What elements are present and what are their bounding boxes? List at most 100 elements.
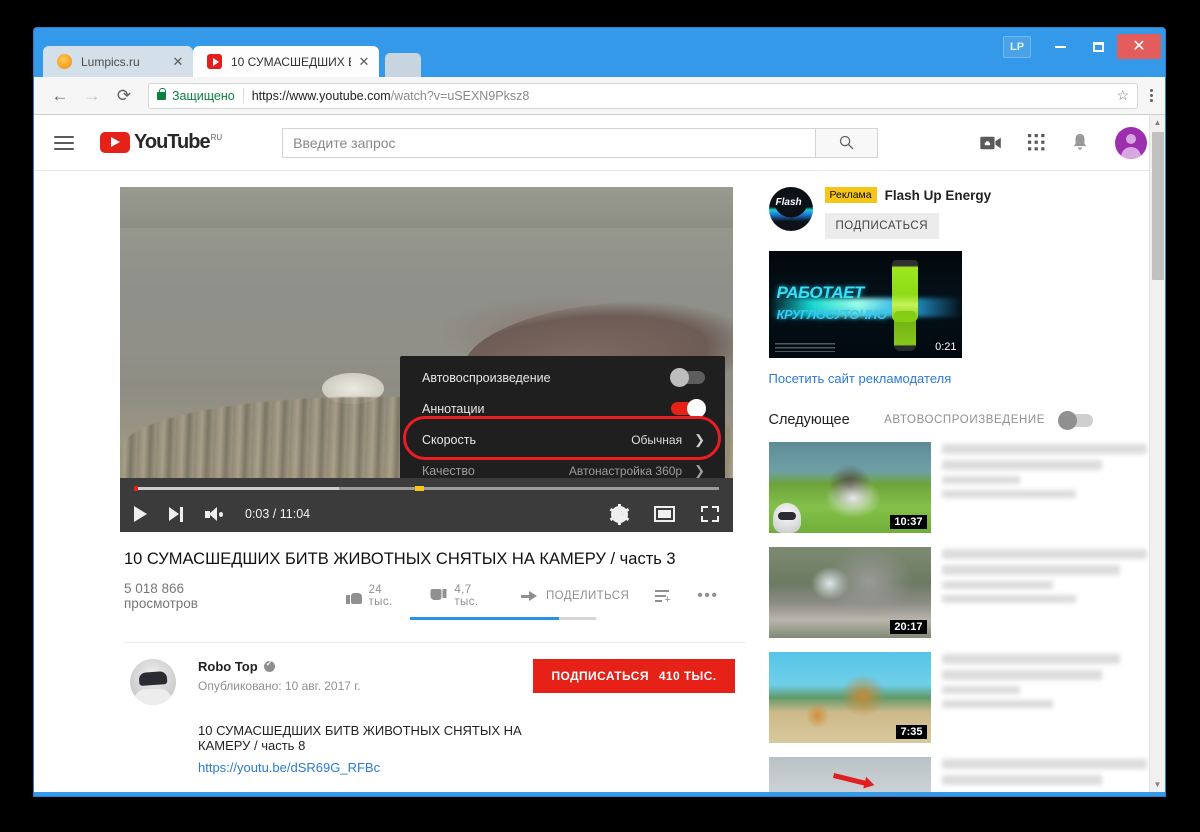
close-button[interactable]: ✕ xyxy=(1117,34,1161,59)
autoplay-toggle-sidebar[interactable] xyxy=(1058,410,1093,430)
subscribe-label: ПОДПИСАТЬСЯ xyxy=(551,668,649,683)
list-item[interactable] xyxy=(768,757,1166,792)
related-video-title xyxy=(941,652,1166,743)
subscribe-button[interactable]: ПОДПИСАТЬСЯ 410 ТЫС. xyxy=(533,658,735,693)
video-player[interactable]: Автовоспроизведение Аннотации Скорость О… xyxy=(120,187,733,532)
autoplay-toggle[interactable] xyxy=(670,368,705,387)
apps-grid-icon[interactable] xyxy=(1028,134,1045,151)
player-controls: 0:03 / 11:04 xyxy=(120,478,733,532)
settings-label: Качество xyxy=(422,463,475,478)
youtube-logo[interactable]: YouTube RU xyxy=(100,132,222,153)
hamburger-menu-icon[interactable] xyxy=(54,135,74,150)
video-description: 10 СУМАСШЕДШИХ БИТВ ЖИВОТНЫХ СНЯТЫХ НА К… xyxy=(198,722,522,753)
ad-duration: 0:21 xyxy=(935,341,957,353)
progress-handle[interactable] xyxy=(134,486,138,491)
close-icon: ✕ xyxy=(1132,37,1146,55)
profile-badge[interactable]: LP xyxy=(1003,35,1031,58)
masthead-icons xyxy=(980,126,1147,159)
like-ratio-bar xyxy=(410,617,596,620)
ad-video-thumbnail[interactable]: РАБОТАЕТ КРУГЛОСУТОЧНО 0:21 xyxy=(768,251,962,358)
video-duration: 10:37 xyxy=(890,515,927,529)
scroll-down-arrow-icon[interactable]: ▼ xyxy=(1150,777,1165,792)
upload-video-icon[interactable] xyxy=(980,135,1002,151)
volume-button[interactable] xyxy=(205,506,223,522)
play-button[interactable] xyxy=(134,506,147,522)
chapter-marker xyxy=(414,486,424,491)
address-bar[interactable]: Защищено https://www.youtube.com /watch?… xyxy=(148,82,1138,109)
fullscreen-icon[interactable] xyxy=(701,506,719,522)
lion-thumb: 7:35 xyxy=(768,652,931,743)
channel-avatar[interactable] xyxy=(130,658,176,705)
list-item[interactable]: 20:17 xyxy=(768,547,1166,638)
progress-bar[interactable] xyxy=(134,486,719,491)
player-settings-menu[interactable]: Автовоспроизведение Аннотации Скорость О… xyxy=(400,356,725,490)
settings-value: Обычная xyxy=(631,432,683,447)
progress-played xyxy=(134,487,339,490)
settings-gear-icon[interactable] xyxy=(609,503,630,525)
advertiser-site-link[interactable]: Посетить сайт рекламодателя xyxy=(769,371,1166,386)
publish-date: Опубликовано: 10 авг. 2017 г. xyxy=(198,678,361,693)
settings-value: Автонастройка 360p xyxy=(568,463,683,478)
page-scrollbar[interactable]: ▲ ▼ xyxy=(1149,115,1165,792)
search-input[interactable]: Введите запрос xyxy=(282,127,817,158)
share-button[interactable]: ПОДЕЛИТЬСЯ xyxy=(521,590,629,602)
settings-row-autoplay[interactable]: Автовоспроизведение xyxy=(400,362,725,393)
minimize-button[interactable] xyxy=(1041,34,1079,59)
list-item[interactable]: 7:35 xyxy=(768,652,1166,743)
new-tab-button[interactable] xyxy=(385,53,421,77)
account-avatar[interactable] xyxy=(1115,126,1147,159)
save-to-playlist-button[interactable]: + xyxy=(655,590,671,606)
video-actions: 24 тыс. 4,7 тыс. ПОДЕЛИТЬСЯ + ••• xyxy=(346,584,744,608)
related-video-title xyxy=(941,547,1166,638)
verified-badge-icon xyxy=(263,659,275,672)
maximize-button[interactable] xyxy=(1079,34,1117,59)
notifications-bell-icon[interactable] xyxy=(1071,133,1089,152)
watch-page-content: Автовоспроизведение Аннотации Скорость О… xyxy=(34,171,1165,792)
truck-crash-thumb: 20:17 xyxy=(768,547,931,638)
like-count: 24 тыс. xyxy=(368,584,393,608)
advertiser-avatar[interactable]: Flash xyxy=(768,187,813,231)
settings-label: Автовоспроизведение xyxy=(422,370,551,385)
tab-close-icon[interactable]: ✕ xyxy=(171,55,185,68)
share-icon xyxy=(521,590,538,602)
next-video-button[interactable] xyxy=(169,506,183,522)
page-viewport: YouTube RU Введите запрос Автовоспроизве… xyxy=(34,115,1165,792)
description-link[interactable]: https://youtu.be/dSR69G_RFBc xyxy=(198,760,533,775)
window-controls: LP ✕ xyxy=(1003,34,1161,59)
dislike-button[interactable]: 4,7 тыс. xyxy=(432,584,495,608)
channel-name: Robo Top xyxy=(198,658,258,674)
thumb-up-icon xyxy=(346,589,363,604)
theater-mode-icon[interactable] xyxy=(654,506,675,522)
tab-close-icon[interactable]: ✕ xyxy=(357,55,371,68)
browser-tab-lumpics[interactable]: Lumpics.ru ✕ xyxy=(43,46,193,77)
settings-row-annotations[interactable]: Аннотации xyxy=(400,393,725,424)
scrollbar-thumb[interactable] xyxy=(1152,132,1164,280)
search-button[interactable] xyxy=(816,127,879,158)
bear-wrestling-thumb: 10:37 xyxy=(768,442,931,533)
video-meta-row: 5 018 866 просмотров 24 тыс. 4,7 тыс. ПО… xyxy=(124,581,745,611)
settings-row-speed[interactable]: Скорость Обычная ❯ xyxy=(400,424,725,455)
bookmark-star-icon[interactable]: ☆ xyxy=(1116,87,1129,104)
scroll-up-arrow-icon[interactable]: ▲ xyxy=(1150,115,1165,130)
share-label: ПОДЕЛИТЬСЯ xyxy=(546,590,630,602)
ad-subscribe-button[interactable]: ПОДПИСАТЬСЯ xyxy=(824,213,940,239)
tab-title: 10 СУМАСШЕДШИХ БИТ xyxy=(231,54,351,69)
chevron-right-icon: ❯ xyxy=(694,431,705,447)
forward-button[interactable]: → xyxy=(78,82,106,110)
advertiser-name[interactable]: Flash Up Energy xyxy=(885,188,992,203)
channel-name-row[interactable]: Robo Top xyxy=(198,659,533,674)
more-dots-icon: ••• xyxy=(697,587,719,604)
like-button[interactable]: 24 тыс. xyxy=(346,584,406,608)
back-button[interactable]: ← xyxy=(46,82,74,110)
reload-button[interactable]: ⟳ xyxy=(110,82,138,110)
browser-menu-icon[interactable] xyxy=(1150,89,1153,102)
autoplay-control: АВТОВОСПРОИЗВЕДЕНИЕ xyxy=(884,410,1093,430)
advertiser-info: Реклама Flash Up Energy i ПОДПИСАТЬСЯ xyxy=(824,187,1165,239)
tab-strip: Lumpics.ru ✕ 10 СУМАСШЕДШИХ БИТ ✕ xyxy=(43,46,421,77)
settings-label: Скорость xyxy=(422,432,476,447)
browser-tab-youtube[interactable]: 10 СУМАСШЕДШИХ БИТ ✕ xyxy=(193,46,379,77)
annotations-toggle[interactable] xyxy=(671,399,706,418)
more-actions-button[interactable]: ••• xyxy=(697,587,719,604)
advertisement-header: Flash Реклама Flash Up Energy i ПОДПИСАТ… xyxy=(768,187,1165,239)
list-item[interactable]: 10:37 xyxy=(768,442,1166,533)
